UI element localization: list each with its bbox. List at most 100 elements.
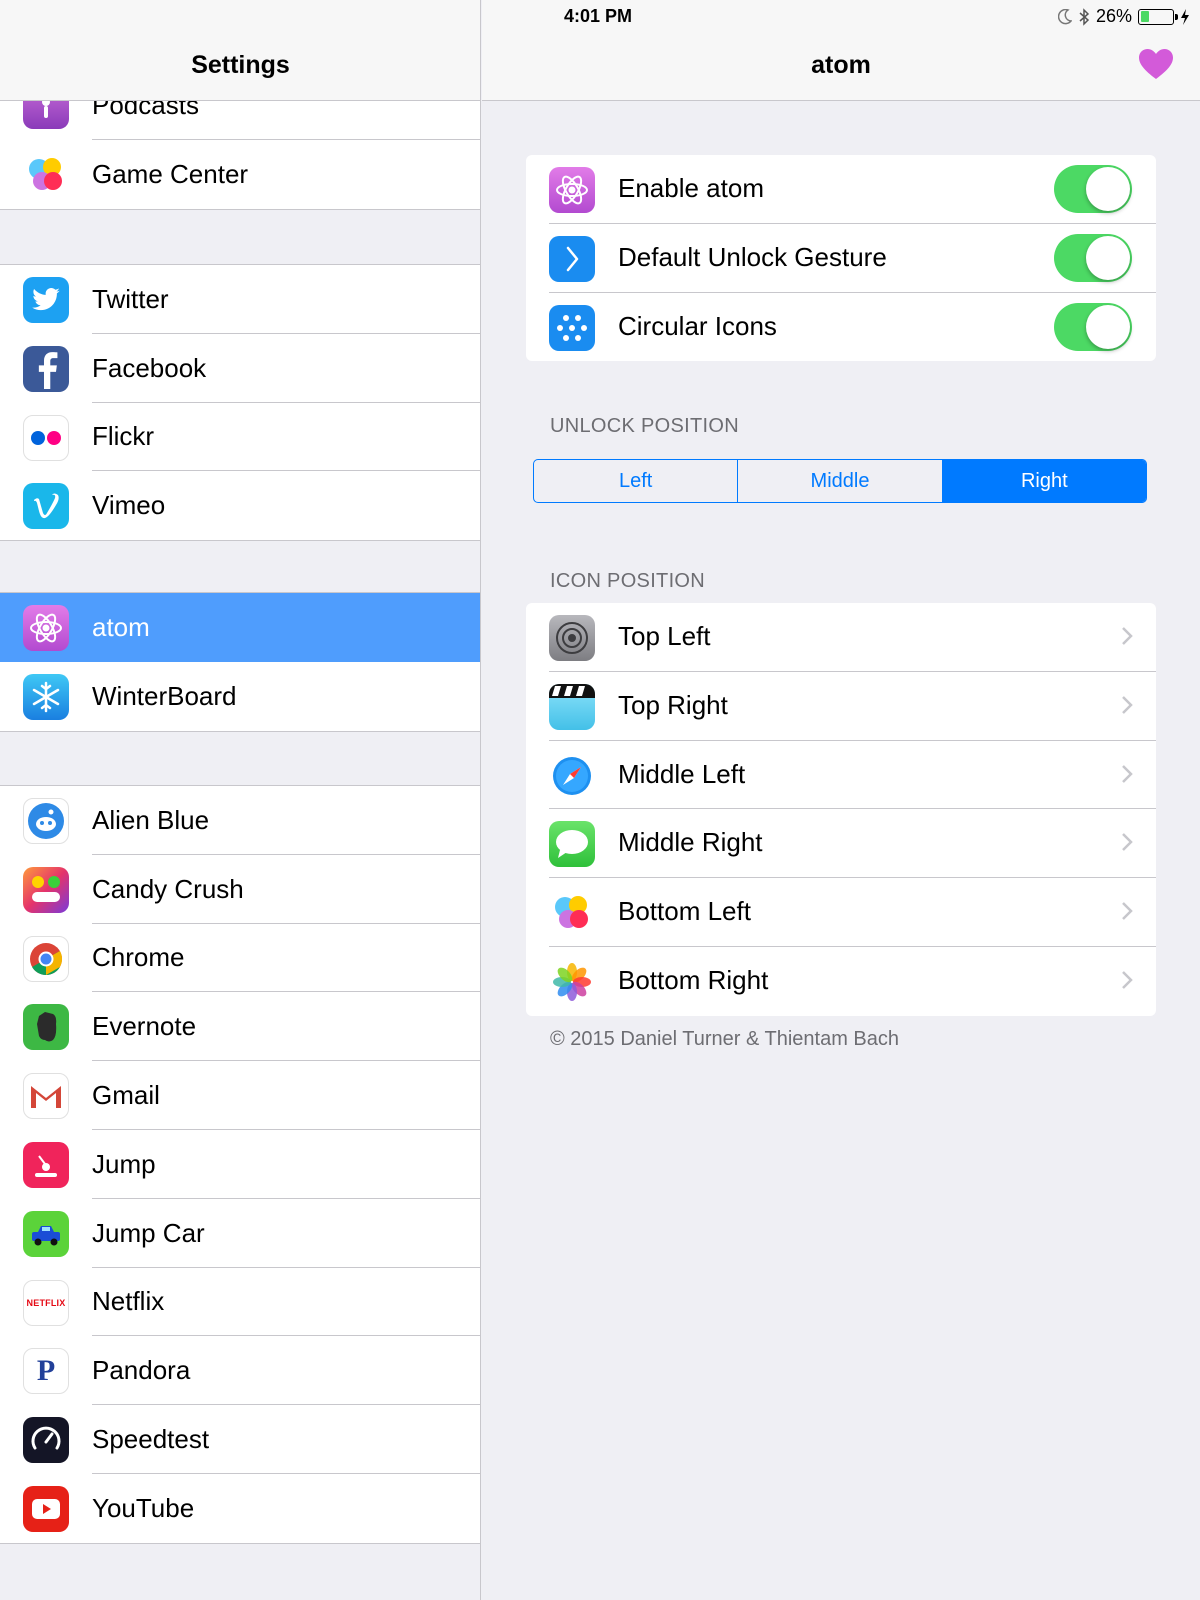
charging-bolt-icon <box>1181 8 1189 25</box>
facebook-icon <box>23 345 69 392</box>
status-time: 4:01 PM <box>563 6 633 26</box>
icon-position-label: Middle Right <box>618 827 763 858</box>
speedtest-icon <box>23 1417 69 1464</box>
status-right: 26% <box>1057 6 1190 27</box>
chevron-right-icon <box>1122 902 1133 921</box>
sidebar-item-label: Flickr <box>92 421 155 452</box>
icon-position-bottom-right[interactable]: Bottom Right <box>526 947 1156 1016</box>
jump-icon <box>23 1141 69 1188</box>
sidebar-item-flickr[interactable]: Flickr <box>0 403 480 472</box>
sidebar-item-atom[interactable]: atom <box>0 593 480 662</box>
atom-icon <box>549 167 595 213</box>
gmail-icon <box>23 1073 69 1120</box>
youtube-icon <box>23 1485 69 1532</box>
sidebar-item-label: Twitter <box>92 283 169 314</box>
sidebar-item-label: Chrome <box>92 942 185 973</box>
twitter-icon <box>23 277 69 323</box>
jump-car-icon <box>23 1210 69 1257</box>
sidebar-item-facebook[interactable]: Facebook <box>0 334 480 403</box>
sidebar-item-winterboard[interactable]: WinterBoard <box>0 662 480 731</box>
game-center-icon <box>23 151 69 198</box>
sidebar-item-jump[interactable]: Jump <box>0 1130 480 1199</box>
icon-position-top-right[interactable]: Top Right <box>526 672 1156 741</box>
settings-sidebar: Podcasts Game Center Twitter Facebook Fl… <box>0 0 481 1600</box>
vimeo-icon <box>23 483 69 530</box>
icon-position-bottom-left[interactable]: Bottom Left <box>526 878 1156 947</box>
sidebar-item-twitter[interactable]: Twitter <box>0 265 480 334</box>
sidebar-item-game-center[interactable]: Game Center <box>0 140 480 209</box>
sidebar-item-label: Gmail <box>92 1080 160 1111</box>
unlock-gesture-icon <box>549 235 595 282</box>
settings-group-apps: Alien Blue Candy Crush Chrome Evernote G… <box>0 785 480 1544</box>
heart-icon[interactable] <box>1138 48 1174 80</box>
sidebar-item-label: WinterBoard <box>92 680 237 711</box>
icon-position-card: Top Left Top Right Middle Left Middle Ri… <box>526 603 1156 1016</box>
unlock-gesture-label: Default Unlock Gesture <box>618 241 887 272</box>
unlock-gesture-toggle[interactable] <box>1054 233 1132 282</box>
chevron-right-icon <box>1122 627 1133 645</box>
chevron-right-icon <box>1122 971 1133 989</box>
circular-icons-row: Circular Icons <box>526 293 1156 362</box>
sidebar-item-label: Evernote <box>92 1011 197 1042</box>
sidebar-item-label: Pandora <box>92 1355 191 1386</box>
photos-icon <box>549 958 595 1005</box>
unlock-gesture-row: Default Unlock Gesture <box>526 224 1156 293</box>
sidebar-item-candy-crush[interactable]: Candy Crush <box>0 855 480 924</box>
pandora-icon: P <box>23 1348 69 1395</box>
icon-position-top-left[interactable]: Top Left <box>526 603 1156 672</box>
battery-level <box>1140 11 1149 22</box>
sidebar-item-label: Candy Crush <box>92 873 244 904</box>
sidebar-header: Settings <box>0 0 480 101</box>
sidebar-item-youtube[interactable]: YouTube <box>0 1474 480 1543</box>
alien-blue-icon <box>23 798 69 844</box>
settings-gear-icon <box>549 615 595 661</box>
sidebar-item-label: YouTube <box>92 1492 195 1523</box>
sidebar-item-jump-car[interactable]: Jump Car <box>0 1199 480 1268</box>
sidebar-item-label: Vimeo <box>92 490 166 521</box>
sidebar-item-pandora[interactable]: P Pandora <box>0 1336 480 1406</box>
sidebar-item-alien-blue[interactable]: Alien Blue <box>0 786 480 855</box>
unlock-position-control: Left Middle Right <box>533 459 1147 503</box>
battery-percent: 26% <box>1095 6 1132 26</box>
icon-position-middle-left[interactable]: Middle Left <box>526 741 1156 810</box>
circular-icons-toggle[interactable] <box>1054 302 1132 351</box>
sidebar-item-label: Facebook <box>92 352 207 383</box>
moon-icon <box>1057 8 1072 24</box>
sidebar-item-label: Jump <box>92 1148 156 1179</box>
circular-icons-icon <box>549 304 595 351</box>
settings-group-tweaks: atom WinterBoard <box>0 592 480 732</box>
icon-position-middle-right[interactable]: Middle Right <box>526 809 1156 879</box>
sidebar-item-vimeo[interactable]: Vimeo <box>0 471 480 540</box>
unlock-left-segment[interactable]: Left <box>534 460 739 502</box>
sidebar-item-label: Jump Car <box>92 1217 205 1248</box>
icon-position-label: Bottom Left <box>618 896 751 927</box>
unlock-position-header: UNLOCK POSITION <box>550 415 739 437</box>
sidebar-item-evernote[interactable]: Evernote <box>0 992 480 1062</box>
chevron-right-icon <box>1122 764 1133 783</box>
sidebar-item-netflix[interactable]: NETFLIX Netflix <box>0 1268 480 1337</box>
sidebar-title: Settings <box>191 51 290 79</box>
unlock-middle-segment[interactable]: Middle <box>738 460 943 502</box>
sidebar-item-chrome[interactable]: Chrome <box>0 924 480 993</box>
bluetooth-icon <box>1079 7 1090 26</box>
chevron-right-icon <box>1122 833 1133 852</box>
enable-atom-row: Enable atom <box>526 155 1156 224</box>
detail-pane: atom Enable atom Default Unlock Gesture <box>482 0 1200 1600</box>
sidebar-item-label: atom <box>92 611 150 642</box>
game-center-icon <box>549 890 595 937</box>
sidebar-item-label: Game Center <box>92 158 249 189</box>
circular-icons-label: Circular Icons <box>618 310 777 341</box>
icon-position-header: ICON POSITION <box>550 570 706 592</box>
sidebar-item-gmail[interactable]: Gmail <box>0 1061 480 1130</box>
chrome-icon <box>23 935 69 982</box>
unlock-right-segment[interactable]: Right <box>942 460 1146 502</box>
evernote-icon <box>23 1004 69 1051</box>
copyright-footer: © 2015 Daniel Turner & Thientam Bach <box>550 1028 900 1050</box>
battery-icon <box>1138 8 1178 25</box>
icon-position-label: Middle Left <box>618 758 746 789</box>
icon-position-label: Top Left <box>618 621 711 651</box>
icon-position-label: Top Right <box>618 689 728 720</box>
enable-atom-toggle[interactable] <box>1054 165 1132 213</box>
sidebar-item-speedtest[interactable]: Speedtest <box>0 1405 480 1474</box>
icon-position-label: Bottom Right <box>618 964 769 995</box>
